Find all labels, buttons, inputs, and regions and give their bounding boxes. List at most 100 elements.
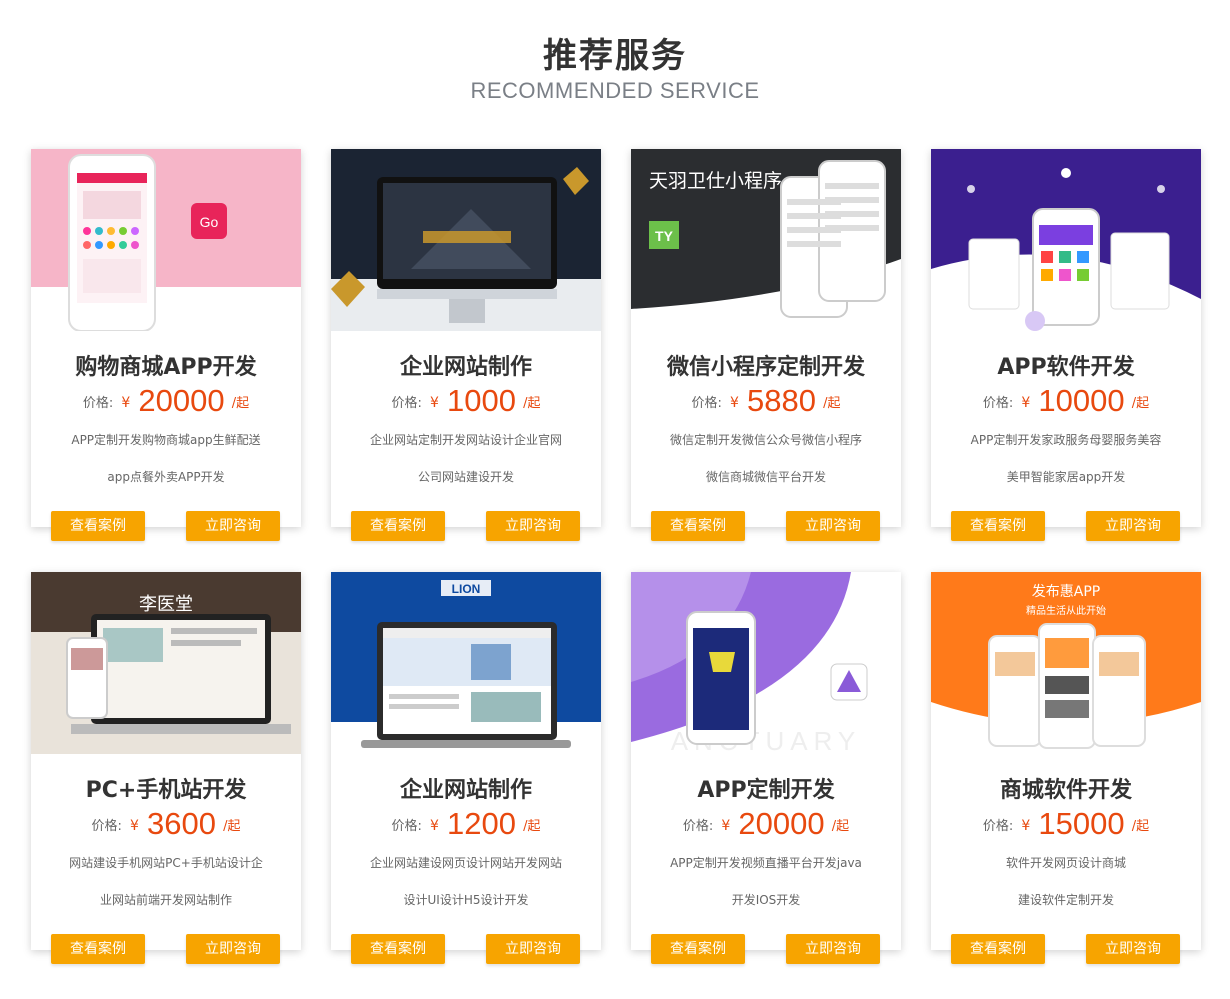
service-card[interactable]: 发布惠APP 精品生活从此开始 商城软件开发 价格: ¥ 15000 /起 软件… — [931, 572, 1201, 964]
price-row: 价格: ¥ 20000 /起 — [631, 806, 901, 842]
service-description-line1: 微信定制开发微信公众号微信小程序 — [669, 433, 862, 447]
section-subtitle: RECOMMENDED SERVICE — [470, 78, 760, 103]
service-description-line2: 开发IOS开发 — [731, 893, 801, 907]
price-unit: /起 — [523, 819, 541, 834]
price-value: 1200 — [447, 806, 516, 841]
consult-now-button[interactable]: 立即咨询 — [1086, 511, 1180, 541]
svg-text:发布惠APP: 发布惠APP — [1032, 584, 1100, 600]
service-thumbnail[interactable]: Go — [31, 149, 301, 331]
service-name[interactable]: 企业网站制作 — [331, 349, 601, 381]
view-case-button[interactable]: 查看案例 — [351, 934, 445, 964]
service-card[interactable]: ANCTUARY APP定制开发 价格: ¥ 20000 /起 APP定制开发视… — [631, 572, 901, 964]
section-title: 推荐服务 — [543, 36, 687, 76]
svg-text:LION: LION — [452, 582, 481, 596]
price-unit: /起 — [523, 396, 541, 411]
service-description-line2: 业网站前端开发网站制作 — [99, 893, 232, 907]
consult-now-button[interactable]: 立即咨询 — [486, 511, 580, 541]
currency-symbol: ¥ — [730, 395, 739, 411]
service-thumbnail[interactable]: ANCTUARY — [631, 572, 901, 754]
consult-now-button[interactable]: 立即咨询 — [1086, 934, 1180, 964]
view-case-button[interactable]: 查看案例 — [951, 934, 1045, 964]
service-description-line1: APP定制开发家政服务母婴服务美容 — [970, 433, 1162, 447]
price-unit: /起 — [1131, 819, 1150, 834]
service-card[interactable]: 李医堂 PC+手机站开发 价格: ¥ 3600 /起 网站建设手机网站PC+手机… — [31, 572, 301, 964]
consult-now-button[interactable]: 立即咨询 — [186, 934, 280, 964]
service-name[interactable]: 企业网站制作 — [331, 772, 601, 804]
service-card[interactable]: APP软件开发 价格: ¥ 10000 /起 APP定制开发家政服务母婴服务美容… — [931, 149, 1201, 541]
svg-text:天羽卫仕小程序: 天羽卫仕小程序 — [649, 170, 782, 192]
service-thumbnail[interactable]: 天羽卫仕小程序 TY — [631, 149, 901, 331]
price-value: 1000 — [447, 383, 516, 418]
service-description-line2: 美甲智能家居app开发 — [1006, 470, 1126, 484]
price-label: 价格: — [82, 396, 114, 411]
service-thumbnail[interactable]: 发布惠APP 精品生活从此开始 — [931, 572, 1201, 754]
price-unit: /起 — [231, 396, 250, 411]
price-unit: /起 — [831, 819, 850, 834]
service-description-line1: 软件开发网页设计商城 — [1005, 856, 1126, 870]
consult-now-button[interactable]: 立即咨询 — [486, 934, 580, 964]
price-label: 价格: — [982, 819, 1014, 834]
service-thumbnail[interactable]: 李医堂 — [31, 572, 301, 754]
consult-now-button[interactable]: 立即咨询 — [186, 511, 280, 541]
price-label: 价格: — [391, 396, 422, 411]
price-label: 价格: — [391, 819, 422, 834]
service-thumbnail[interactable] — [931, 149, 1201, 331]
price-unit: /起 — [823, 396, 841, 411]
price-row: 价格: ¥ 10000 /起 — [931, 383, 1201, 419]
price-value: 10000 — [1038, 383, 1125, 418]
service-description-line2: 建设软件定制开发 — [1017, 893, 1114, 907]
currency-symbol: ¥ — [1021, 818, 1031, 834]
service-thumbnail[interactable] — [331, 149, 601, 331]
service-description-line1: 企业网站建设网页设计网站开发网站 — [369, 856, 562, 870]
price-row: 价格: ¥ 5880 /起 — [631, 383, 901, 419]
price-label: 价格: — [91, 819, 122, 834]
consult-now-button[interactable]: 立即咨询 — [786, 511, 880, 541]
price-row: 价格: ¥ 3600 /起 — [31, 806, 301, 842]
currency-symbol: ¥ — [130, 818, 139, 834]
currency-symbol: ¥ — [430, 395, 439, 411]
view-case-button[interactable]: 查看案例 — [651, 511, 745, 541]
service-name[interactable]: 商城软件开发 — [931, 772, 1201, 804]
service-name[interactable]: PC+手机站开发 — [31, 772, 301, 804]
view-case-button[interactable]: 查看案例 — [651, 934, 745, 964]
view-case-button[interactable]: 查看案例 — [51, 511, 145, 541]
service-description-line2: app点餐外卖APP开发 — [107, 470, 225, 484]
service-description-line1: APP定制开发视频直播平台开发java — [670, 856, 862, 870]
svg-text:Go: Go — [200, 214, 219, 230]
price-label: 价格: — [682, 819, 714, 834]
service-name[interactable]: 微信小程序定制开发 — [631, 349, 901, 381]
view-case-button[interactable]: 查看案例 — [951, 511, 1045, 541]
price-label: 价格: — [691, 396, 722, 411]
currency-symbol: ¥ — [1021, 395, 1031, 411]
service-description-line2: 公司网站建设开发 — [417, 470, 514, 484]
service-description-line2: 设计UI设计H5设计开发 — [403, 893, 529, 907]
service-description-line1: 企业网站定制开发网站设计企业官网 — [369, 433, 562, 447]
service-card[interactable]: Go 购物商城APP开发 价格: ¥ 20000 /起 APP定制开发购物商城a… — [31, 149, 301, 541]
service-thumbnail[interactable]: LION — [331, 572, 601, 754]
service-name[interactable]: APP软件开发 — [931, 349, 1201, 381]
service-description-line1: APP定制开发购物商城app生鲜配送 — [71, 433, 261, 447]
service-card[interactable]: 天羽卫仕小程序 TY 微信小程序定制开发 价格: ¥ 5880 /起 微信定制开… — [631, 149, 901, 541]
price-value: 20000 — [738, 806, 825, 841]
price-value: 15000 — [1038, 806, 1125, 841]
service-card[interactable]: LION 企业网站制作 价格: ¥ 1200 /起 企业网站建设网页设计网站开发… — [331, 572, 601, 964]
price-unit: /起 — [223, 819, 241, 834]
service-description-line2: 微信商城微信平台开发 — [705, 470, 826, 484]
currency-symbol: ¥ — [121, 395, 131, 411]
price-label: 价格: — [982, 396, 1014, 411]
view-case-button[interactable]: 查看案例 — [351, 511, 445, 541]
service-name[interactable]: 购物商城APP开发 — [31, 349, 301, 381]
service-name[interactable]: APP定制开发 — [631, 772, 901, 804]
price-row: 价格: ¥ 1200 /起 — [331, 806, 601, 842]
currency-symbol: ¥ — [721, 818, 731, 834]
service-card[interactable]: 企业网站制作 价格: ¥ 1000 /起 企业网站定制开发网站设计企业官网 公司… — [331, 149, 601, 541]
price-value: 3600 — [147, 806, 216, 841]
consult-now-button[interactable]: 立即咨询 — [786, 934, 880, 964]
svg-text:精品生活从此开始: 精品生活从此开始 — [1026, 604, 1106, 617]
price-row: 价格: ¥ 15000 /起 — [931, 806, 1201, 842]
currency-symbol: ¥ — [430, 818, 439, 834]
price-value: 5880 — [747, 383, 816, 418]
price-row: 价格: ¥ 1000 /起 — [331, 383, 601, 419]
svg-text:李医堂: 李医堂 — [139, 594, 193, 615]
view-case-button[interactable]: 查看案例 — [51, 934, 145, 964]
